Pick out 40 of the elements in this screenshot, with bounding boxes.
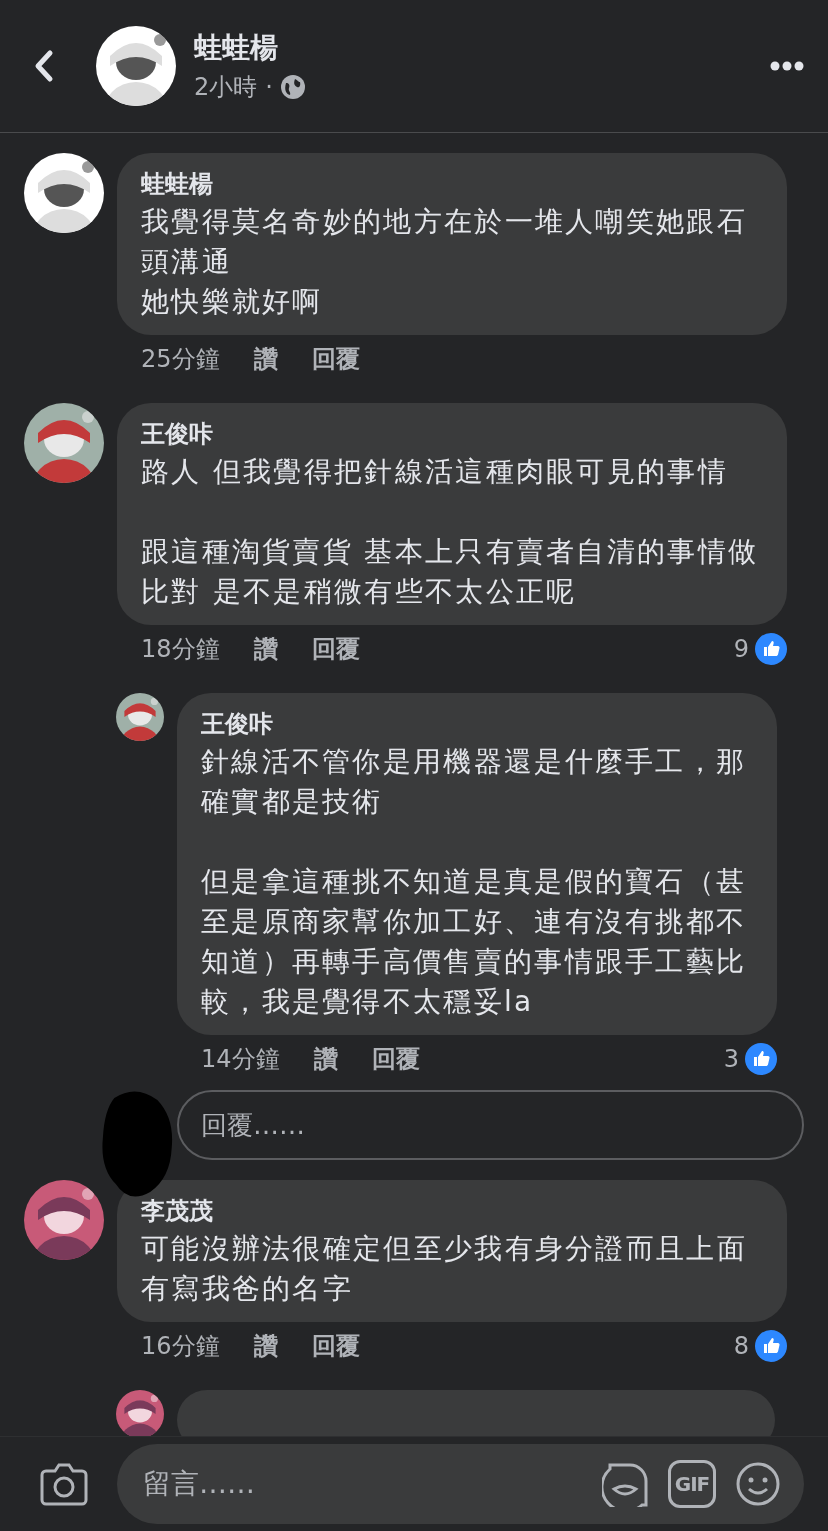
comment-text: 她快樂就好啊 bbox=[141, 284, 324, 320]
reply-link[interactable]: 回覆 bbox=[371, 1043, 420, 1075]
comment-text: 可能沒辦法很確定但至少我有身分證而且上面有寫我爸的名字 bbox=[141, 1231, 748, 1307]
reply-link[interactable]: 回覆 bbox=[311, 1330, 360, 1362]
like-link[interactable]: 讚 bbox=[313, 1043, 338, 1075]
emoji-icon[interactable] bbox=[736, 1462, 780, 1506]
comment-field[interactable]: 留言…… GIF bbox=[117, 1444, 804, 1524]
comment-author[interactable]: 蛙蛙楊 bbox=[141, 166, 763, 202]
like-link[interactable]: 讚 bbox=[253, 633, 278, 665]
reaction-count: 8 bbox=[733, 1332, 749, 1360]
comment-text: 但是拿這種挑不知道是真是假的寶石（甚至是原商家幫你加工好、連有沒有挑都不知道）再轉手高價售賣的事情跟手工藝比較，我是覺得不太穩妥la bbox=[201, 864, 748, 1020]
like-icon bbox=[755, 1330, 787, 1362]
more-icon[interactable] bbox=[770, 61, 804, 71]
comment-text: 路人 但我覺得把針線活這種肉眼可見的事情 bbox=[141, 454, 729, 490]
reply-field[interactable]: 回覆…… bbox=[177, 1090, 804, 1160]
reaction-count: 3 bbox=[723, 1045, 739, 1073]
like-link[interactable]: 讚 bbox=[253, 343, 278, 375]
comment-author[interactable]: 王俊咔 bbox=[201, 706, 753, 742]
author-name[interactable]: 蛙蛙楊 bbox=[194, 29, 770, 67]
camera-icon[interactable] bbox=[40, 1462, 88, 1506]
comment-time: 18分鐘 bbox=[141, 634, 220, 665]
comment-author[interactable]: 王俊咔 bbox=[141, 416, 763, 452]
comment-time: 16分鐘 bbox=[141, 1331, 220, 1362]
comment-author[interactable]: 李茂茂 bbox=[141, 1193, 763, 1229]
comment-text: 跟這種淘貨賣貨 基本上只有賣者自清的事情做比對 是不是稍微有些不太公正呢 bbox=[141, 534, 760, 610]
comment-time: 14分鐘 bbox=[201, 1044, 280, 1075]
like-icon bbox=[745, 1043, 777, 1075]
sticker-icon[interactable] bbox=[602, 1461, 648, 1507]
like-link[interactable]: 讚 bbox=[253, 1330, 278, 1362]
reaction-count: 9 bbox=[733, 635, 749, 663]
separator: · bbox=[265, 73, 273, 101]
comment-text: 我覺得莫名奇妙的地方在於一堆人嘲笑她跟石頭溝通 bbox=[141, 204, 748, 280]
comment-text: 針線活不管你是用機器還是什麼手工，那確實都是技術 bbox=[201, 744, 748, 820]
reply-link[interactable]: 回覆 bbox=[311, 343, 360, 375]
reply-link[interactable]: 回覆 bbox=[311, 633, 360, 665]
gif-button[interactable]: GIF bbox=[668, 1460, 716, 1508]
like-icon bbox=[755, 633, 787, 665]
globe-icon bbox=[280, 75, 305, 99]
post-time: 2小時 bbox=[194, 72, 258, 103]
comment-time: 25分鐘 bbox=[141, 344, 220, 375]
